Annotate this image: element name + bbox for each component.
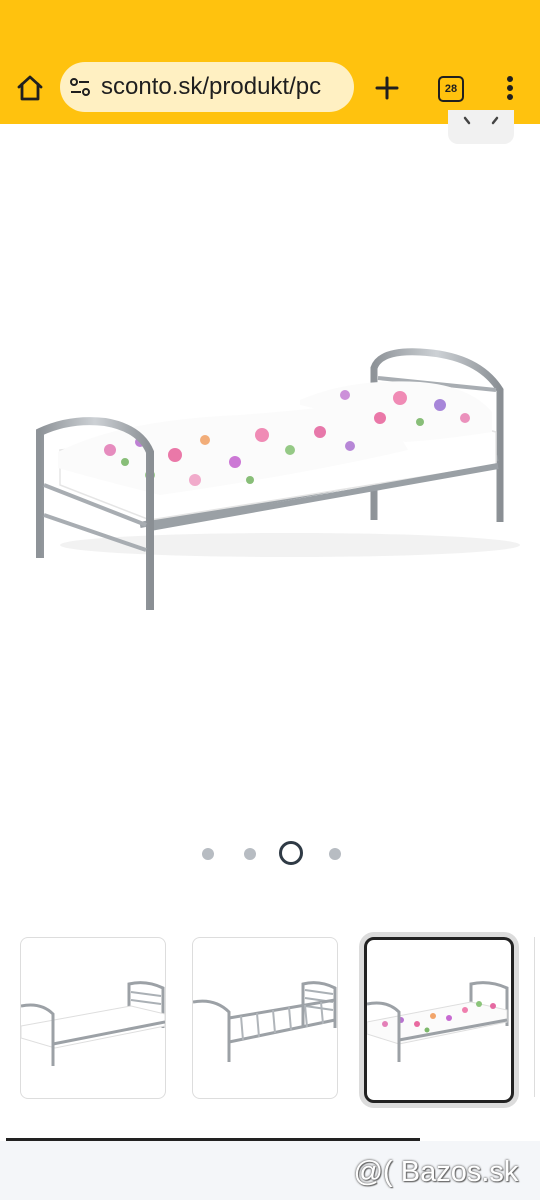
home-icon[interactable] [12,70,48,106]
gallery-pagination [0,838,540,868]
thumbnail-bed-with-floral-bedding[interactable] [364,937,514,1103]
site-settings-icon[interactable] [68,75,92,99]
url-text[interactable]: sconto.sk/produkt/pc [101,73,351,101]
more-menu-icon[interactable] [496,73,524,103]
pagination-dot-active[interactable] [279,841,303,865]
thumbnail-bed-frame-only[interactable] [192,937,338,1099]
thumbnail-scroll-indicator [6,1138,420,1141]
watermark-text: @( Bazos.sk [353,1156,519,1188]
browser-toolbar: sconto.sk/produkt/pc 28 [0,0,540,124]
tab-switcher-button[interactable]: 28 [438,76,464,102]
pagination-dot[interactable] [202,848,214,860]
product-main-image[interactable] [0,150,540,810]
tab-count: 28 [444,83,458,95]
address-bar[interactable]: sconto.sk/produkt/pc [60,62,354,112]
thumbnail-bed-with-mattress[interactable] [20,937,166,1099]
fullscreen-button[interactable] [448,110,514,144]
pagination-dot[interactable] [329,848,341,860]
thumbnail-next-partial[interactable] [534,937,540,1097]
pagination-dot[interactable] [244,848,256,860]
new-tab-icon[interactable] [372,73,402,103]
